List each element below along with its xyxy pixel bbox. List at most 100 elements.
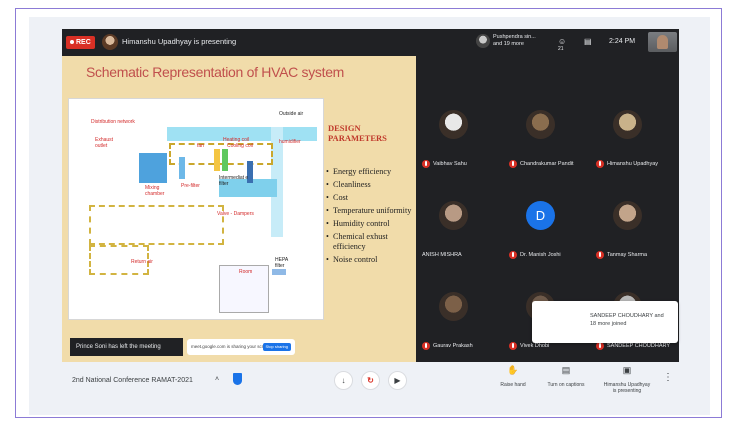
- hvac-diagram: Outside air Distribution network Exhaust…: [68, 98, 324, 320]
- participant-tile[interactable]: ANISH MISHRA: [416, 187, 492, 267]
- label-room: Room: [239, 269, 253, 275]
- raise-hand-label[interactable]: Raise hand: [489, 382, 537, 388]
- design-param: Chemical exhust efficiency: [326, 232, 416, 251]
- chevron-up-icon[interactable]: ˄: [215, 376, 219, 383]
- mic-muted-icon: [596, 342, 604, 350]
- left-meeting-notification: Prince Soni has left the meeting: [70, 338, 183, 356]
- join-notification-toast[interactable]: SANDEEP CHOUDHARY and 18 more joined: [532, 301, 678, 343]
- design-param: Cleanliness: [326, 180, 416, 190]
- cooling-coil-strip: [222, 149, 228, 171]
- participant-tile[interactable]: Tanmay Sharma: [590, 187, 666, 267]
- design-parameters-list: Energy efficiency Cleanliness Cost Tempe…: [326, 167, 416, 268]
- design-parameters-heading: DESIGN PARAMETERS: [328, 123, 387, 143]
- participant-avatar: [613, 110, 642, 139]
- participant-name: Tanmay Sharma: [607, 252, 648, 258]
- participant-summary[interactable]: Pushpendra sin... and 19 more: [493, 34, 543, 48]
- captions-label[interactable]: Turn on captions: [538, 382, 594, 388]
- label-return-air: Return air: [131, 259, 153, 265]
- participant-avatar: [613, 201, 642, 230]
- camera-icon: ▶: [394, 376, 401, 385]
- participant-avatar: [439, 201, 468, 230]
- people-count: 21: [558, 46, 564, 52]
- design-heading-line2: PARAMETERS: [328, 133, 387, 143]
- participant-name: Vivek Dhobi: [520, 343, 550, 349]
- label-cooling-coil: Cooling coil: [227, 143, 253, 149]
- participant-name: Himanshu Upadhyay: [607, 161, 659, 167]
- participant-name: Vaibhav Sahu: [433, 161, 467, 167]
- participant-tile[interactable]: D Dr. Manish Joshi: [503, 187, 579, 267]
- mic-muted-icon: [596, 160, 604, 168]
- bottom-control-bar: 2nd National Conference RAMAT-2021 ˄ ↓ ↻…: [62, 362, 679, 400]
- end-call-icon: ↻: [367, 376, 374, 385]
- participant-tile[interactable]: Himanshu Upadhyay: [590, 96, 666, 176]
- participant-avatar: [439, 110, 468, 139]
- participant-summary-avatar[interactable]: [476, 34, 490, 48]
- top-bar: REC Himanshu Upadhyay is presenting Push…: [62, 29, 679, 56]
- present-icon[interactable]: ▣: [620, 365, 634, 376]
- hepa-filter-text: HEPA filter: [275, 257, 288, 269]
- avatar-letter: D: [535, 208, 546, 223]
- raise-hand-icon[interactable]: ✋: [506, 365, 520, 376]
- participant-summary-line1: Pushpendra sin...: [493, 34, 536, 40]
- label-outside-air: Outside air: [279, 111, 304, 117]
- mic-muted-icon: [509, 342, 517, 350]
- presenter-avatar: [102, 34, 118, 50]
- mic-button[interactable]: ↓: [334, 371, 353, 390]
- participant-tile[interactable]: Vaibhav Sahu: [416, 96, 492, 176]
- meet-window: REC Himanshu Upadhyay is presenting Push…: [62, 29, 679, 362]
- participant-name: Chandrakumar Pandit: [520, 161, 574, 167]
- label-humidifier: humidifier: [279, 139, 301, 145]
- label-pre-filter: Pre-filter: [181, 183, 200, 189]
- design-heading-line1: DESIGN: [328, 123, 361, 133]
- design-param: Noise control: [326, 255, 416, 265]
- share-banner-text: meet.google.com is sharing your screen: [191, 344, 271, 349]
- heating-coil-strip: [214, 149, 220, 171]
- participant-tile[interactable]: Gaurav Prakash: [416, 278, 492, 358]
- design-param: Cost: [326, 193, 416, 203]
- toast-line1: SANDEEP CHOUDHARY and: [590, 313, 664, 319]
- participant-avatar: D: [526, 201, 555, 230]
- mixing-chamber-box: [139, 153, 167, 183]
- design-param: Temperature uniformity: [326, 206, 416, 216]
- mic-muted-icon: [509, 251, 517, 259]
- clock-time: 2:24 PM: [609, 38, 636, 45]
- more-options-icon[interactable]: ⋮: [663, 372, 673, 383]
- mic-muted-icon: [422, 160, 430, 168]
- presenting-text: Himanshu Upadhyay is presenting: [122, 37, 237, 46]
- mic-muted-icon: [422, 342, 430, 350]
- self-video-thumbnail[interactable]: [648, 32, 677, 52]
- label-exhaust-outlet: Exhaust outlet: [95, 137, 121, 149]
- shield-icon[interactable]: [233, 373, 242, 385]
- chat-icon[interactable]: ▤: [584, 37, 596, 47]
- recording-badge: REC: [66, 36, 95, 49]
- toast-line2: 18 more joined: [590, 321, 627, 327]
- participant-avatar: [439, 292, 468, 321]
- hepa-filter-strip: [272, 269, 286, 275]
- participant-name: Dr. Manish Joshi: [520, 252, 561, 258]
- slide-title: Schematic Representation of HVAC system: [86, 64, 345, 80]
- participant-avatar: [526, 110, 555, 139]
- participant-name: SANDEEP CHOUDHARY: [607, 343, 671, 349]
- return-duct-top: [89, 205, 224, 245]
- design-param: Energy efficiency: [326, 167, 416, 177]
- captions-icon[interactable]: ▤: [559, 365, 573, 376]
- presenting-status-label[interactable]: Himanshu Upadhyay is presenting: [598, 382, 656, 394]
- mic-icon: ↓: [341, 376, 346, 385]
- end-call-button[interactable]: ↻: [361, 371, 380, 390]
- stop-sharing-button[interactable]: Stop sharing: [262, 343, 291, 351]
- camera-button[interactable]: ▶: [388, 371, 407, 390]
- pre-filter-strip: [179, 157, 185, 179]
- meeting-name[interactable]: 2nd National Conference RAMAT-2021: [72, 377, 193, 384]
- label-fan: fan: [197, 143, 204, 149]
- participant-tile[interactable]: Chandrakumar Pandit: [503, 96, 579, 176]
- label-hepa-filter: HEPA filter: [275, 257, 297, 269]
- intermediate-filter-text: Intermediat e filter: [219, 175, 249, 187]
- mic-muted-icon: [596, 251, 604, 259]
- toast-text: SANDEEP CHOUDHARY and 18 more joined: [590, 312, 676, 328]
- mixing-chamber-text: Mixing chamber: [145, 185, 165, 197]
- screen-share-banner: meet.google.com is sharing your screen S…: [187, 339, 295, 355]
- people-icon[interactable]: ☺21: [558, 37, 570, 52]
- record-dot-icon: [70, 40, 74, 45]
- recording-label: REC: [76, 39, 91, 46]
- participant-summary-line2: and 19 more: [493, 41, 524, 47]
